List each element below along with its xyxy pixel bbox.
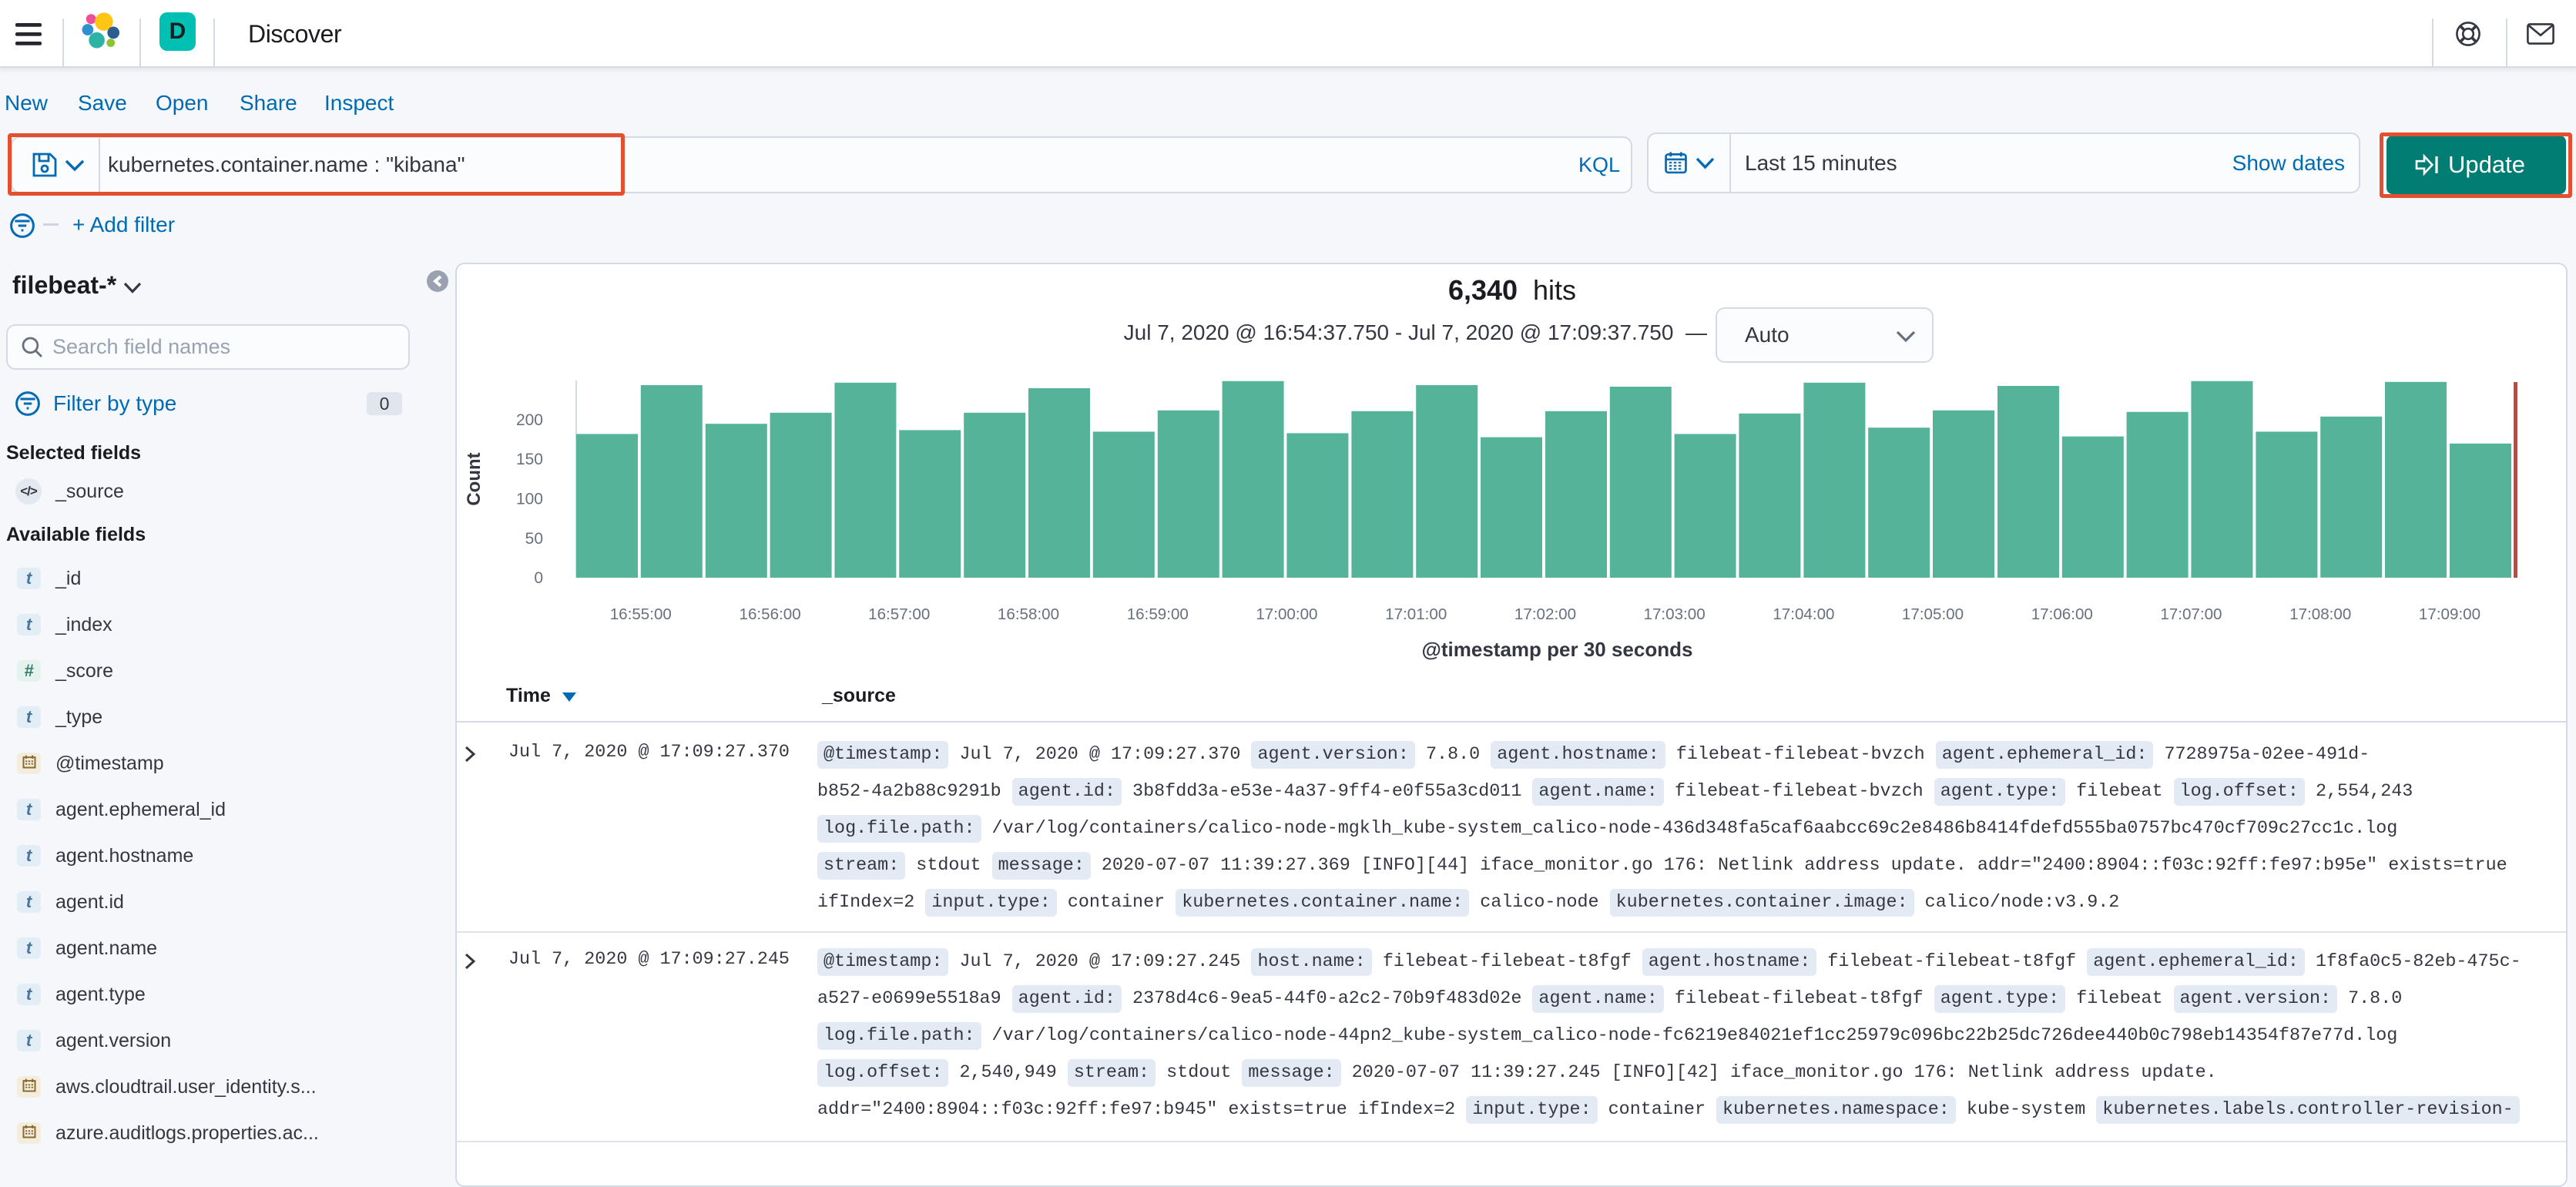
svg-text:16:56:00: 16:56:00 (740, 605, 801, 623)
svg-text:50: 50 (525, 530, 543, 548)
svg-text:17:03:00: 17:03:00 (1644, 605, 1706, 623)
svg-text:100: 100 (516, 491, 543, 508)
svg-text:16:55:00: 16:55:00 (610, 605, 672, 623)
svg-text:0: 0 (534, 569, 543, 587)
svg-text:16:57:00: 16:57:00 (868, 605, 930, 623)
svg-text:17:08:00: 17:08:00 (2289, 605, 2351, 623)
svg-text:17:01:00: 17:01:00 (1385, 605, 1447, 623)
svg-text:17:07:00: 17:07:00 (2160, 605, 2222, 623)
svg-text:16:59:00: 16:59:00 (1127, 605, 1189, 623)
svg-text:17:02:00: 17:02:00 (1514, 605, 1576, 623)
svg-text:200: 200 (516, 411, 543, 429)
svg-text:17:05:00: 17:05:00 (1902, 605, 1964, 623)
svg-text:17:06:00: 17:06:00 (2031, 605, 2093, 623)
svg-text:150: 150 (516, 451, 543, 468)
svg-text:16:58:00: 16:58:00 (998, 605, 1059, 623)
svg-text:17:09:00: 17:09:00 (2419, 605, 2480, 623)
svg-text:17:00:00: 17:00:00 (1256, 605, 1317, 623)
svg-text:17:04:00: 17:04:00 (1773, 605, 1834, 623)
